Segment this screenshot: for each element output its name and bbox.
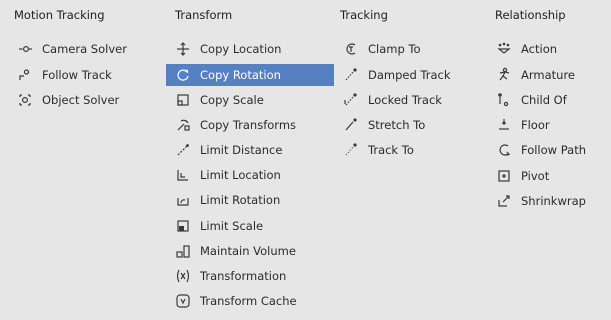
limit-scale-icon	[172, 215, 194, 237]
menu-item-label: Armature	[521, 68, 575, 82]
menu-item-transformation[interactable]: Transformation	[172, 265, 334, 287]
column-header-tracking: Tracking	[340, 8, 388, 22]
floor-icon	[493, 114, 515, 136]
transformation-icon	[172, 265, 194, 287]
menu-item-label: Pivot	[521, 169, 550, 183]
menu-item-label: Follow Track	[42, 68, 112, 82]
menu-item-clamp-to[interactable]: Clamp To	[340, 38, 468, 60]
menu-item-limit-location[interactable]: Limit Location	[172, 164, 334, 186]
menu-item-maintain-volume[interactable]: Maintain Volume	[172, 240, 334, 262]
menu-item-shrinkwrap[interactable]: Shrinkwrap	[493, 190, 605, 212]
damped-track-icon	[340, 64, 362, 86]
menu-item-copy-rotation[interactable]: Copy Rotation	[166, 64, 334, 86]
menu-item-copy-location[interactable]: Copy Location	[172, 38, 334, 60]
add-constraint-menu: Motion Tracking Camera Solver Follow Tra…	[0, 0, 611, 320]
menu-item-label: Copy Scale	[200, 93, 264, 107]
menu-item-label: Copy Transforms	[200, 118, 297, 132]
action-icon	[493, 38, 515, 60]
menu-item-copy-transforms[interactable]: Copy Transforms	[172, 114, 334, 136]
menu-item-label: Damped Track	[368, 68, 451, 82]
menu-item-damped-track[interactable]: Damped Track	[340, 64, 468, 86]
menu-item-label: Copy Location	[200, 42, 282, 56]
locked-track-icon	[340, 89, 362, 111]
shrinkwrap-icon	[493, 190, 515, 212]
menu-item-follow-track[interactable]: Follow Track	[14, 64, 142, 86]
clamp-to-icon	[340, 38, 362, 60]
pivot-icon	[493, 165, 515, 187]
copy-location-icon	[172, 38, 194, 60]
menu-item-label: Locked Track	[368, 93, 442, 107]
limit-distance-icon	[172, 139, 194, 161]
menu-item-label: Copy Rotation	[200, 68, 281, 82]
copy-scale-icon	[172, 89, 194, 111]
menu-item-label: Camera Solver	[42, 42, 127, 56]
column-header-relationship: Relationship	[495, 8, 566, 22]
menu-item-track-to[interactable]: Track To	[340, 139, 468, 161]
menu-item-camera-solver[interactable]: Camera Solver	[14, 38, 142, 60]
menu-item-label: Limit Location	[200, 168, 281, 182]
menu-item-armature[interactable]: Armature	[493, 64, 605, 86]
menu-item-follow-path[interactable]: Follow Path	[493, 139, 605, 161]
menu-item-copy-scale[interactable]: Copy Scale	[172, 89, 334, 111]
menu-item-label: Transform Cache	[200, 294, 297, 308]
menu-item-object-solver[interactable]: Object Solver	[14, 89, 142, 111]
menu-item-label: Maintain Volume	[200, 244, 296, 258]
limit-location-icon	[172, 164, 194, 186]
menu-item-label: Stretch To	[368, 118, 426, 132]
follow-track-icon	[14, 64, 36, 86]
child-of-icon	[493, 89, 515, 111]
menu-item-child-of[interactable]: Child Of	[493, 89, 605, 111]
armature-icon	[493, 64, 515, 86]
menu-item-label: Child Of	[521, 93, 567, 107]
object-solver-icon	[14, 89, 36, 111]
menu-item-label: Limit Scale	[200, 219, 264, 233]
menu-item-limit-rotation[interactable]: Limit Rotation	[172, 189, 334, 211]
limit-rotation-icon	[172, 189, 194, 211]
menu-item-label: Floor	[521, 118, 550, 132]
menu-item-label: Clamp To	[368, 42, 421, 56]
menu-item-locked-track[interactable]: Locked Track	[340, 89, 468, 111]
copy-rotation-icon	[172, 64, 194, 86]
menu-item-limit-distance[interactable]: Limit Distance	[172, 139, 334, 161]
camera-solver-icon	[14, 38, 36, 60]
menu-item-label: Limit Rotation	[200, 193, 281, 207]
menu-item-action[interactable]: Action	[493, 38, 605, 60]
menu-item-label: Limit Distance	[200, 143, 283, 157]
menu-item-label: Track To	[368, 143, 414, 157]
maintain-volume-icon	[172, 240, 194, 262]
menu-item-label: Action	[521, 42, 558, 56]
column-header-motion-tracking: Motion Tracking	[14, 8, 105, 22]
menu-item-label: Follow Path	[521, 143, 586, 157]
menu-item-floor[interactable]: Floor	[493, 114, 605, 136]
column-header-transform: Transform	[175, 8, 233, 22]
follow-path-icon	[493, 139, 515, 161]
menu-item-pivot[interactable]: Pivot	[493, 165, 605, 187]
copy-transforms-icon	[172, 114, 194, 136]
menu-item-transform-cache[interactable]: Transform Cache	[172, 290, 334, 312]
menu-item-label: Object Solver	[42, 93, 120, 107]
track-to-icon	[340, 139, 362, 161]
stretch-to-icon	[340, 114, 362, 136]
menu-item-label: Shrinkwrap	[521, 194, 586, 208]
transform-cache-icon	[172, 290, 194, 312]
menu-item-label: Transformation	[200, 269, 287, 283]
menu-item-limit-scale[interactable]: Limit Scale	[172, 215, 334, 237]
menu-item-stretch-to[interactable]: Stretch To	[340, 114, 468, 136]
